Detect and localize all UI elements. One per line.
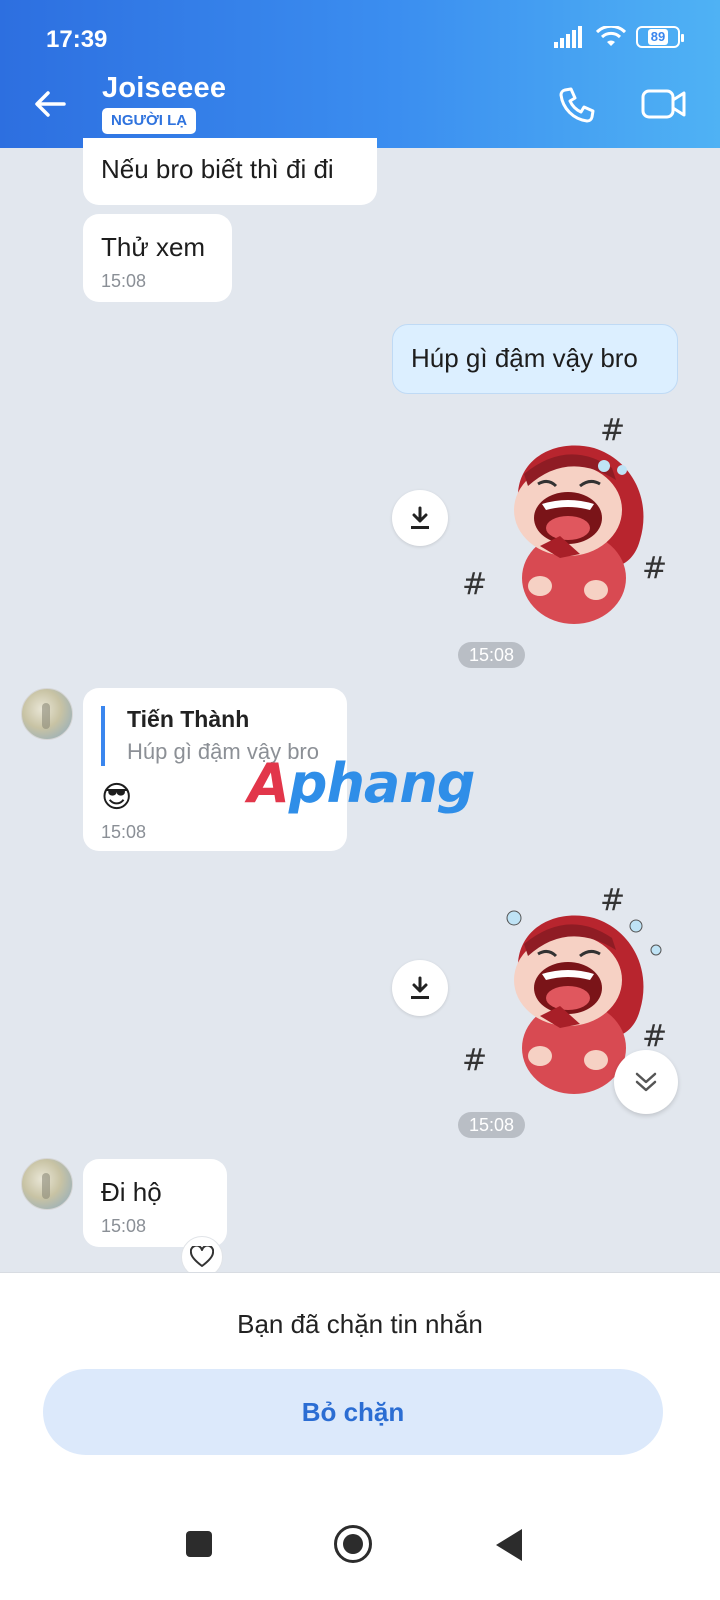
message-bubble[interactable]: Nếu bro biết thì đi đi (83, 138, 377, 205)
stranger-badge: NGƯỜI LẠ (102, 108, 197, 134)
svg-text:#: # (462, 567, 487, 602)
contact-name[interactable]: Joiseeee (102, 72, 226, 105)
signal-icon (554, 26, 582, 48)
download-icon (411, 976, 429, 999)
back-arrow-icon[interactable] (30, 84, 70, 124)
svg-text:#: # (462, 1043, 487, 1078)
download-button[interactable] (392, 490, 448, 546)
emoji: 😎 (101, 781, 133, 814)
message-text: Húp gì đậm vậy bro (411, 343, 638, 373)
avatar[interactable] (21, 688, 73, 740)
svg-text:#: # (642, 1019, 667, 1054)
message-text: Thử xem (101, 232, 206, 262)
blocked-notice: Bạn đã chặn tin nhắn (237, 1309, 483, 1339)
sticker-time: 15:08 (458, 642, 526, 668)
battery-level: 89 (647, 29, 669, 45)
svg-text:#: # (600, 413, 625, 448)
download-button[interactable] (392, 960, 448, 1016)
watermark-part2: phang (288, 752, 476, 815)
video-call-icon[interactable] (640, 84, 688, 124)
unblock-button[interactable]: Bỏ chặn (43, 1369, 663, 1455)
message-time: 15:08 (101, 1216, 147, 1236)
scroll-to-bottom-button[interactable] (614, 1050, 678, 1114)
app-header: 17:39 89 Joiseeee NGƯỜI LẠ (0, 0, 720, 148)
home-icon[interactable] (334, 1525, 372, 1563)
status-time: 17:39 (46, 26, 108, 53)
heart-icon (190, 1246, 214, 1267)
status-icons: 89 (554, 26, 684, 48)
message-bubble[interactable]: Thử xem 15:08 (83, 214, 232, 302)
nav-back-icon[interactable] (496, 1529, 522, 1561)
message-bubble[interactable]: Đi hộ 15:08 (83, 1159, 227, 1247)
svg-text:#: # (600, 883, 625, 918)
message-text: Nếu bro biết thì đi đi (101, 154, 334, 184)
system-nav-bar (0, 1491, 720, 1600)
phone-icon[interactable] (556, 84, 598, 126)
avatar[interactable] (21, 1158, 73, 1210)
blocked-panel: Bạn đã chặn tin nhắn Bỏ chặn (0, 1272, 720, 1600)
my-message-bubble[interactable]: Húp gì đậm vậy bro (392, 324, 678, 394)
svg-text:#: # (642, 551, 667, 586)
message-text: Đi hộ (101, 1177, 162, 1207)
laughing-girl-sticker[interactable]: # # # (456, 408, 676, 638)
watermark: Aphang (248, 752, 476, 815)
battery-icon: 89 (636, 26, 684, 48)
quoted-author: Tiến Thành (127, 706, 250, 732)
wifi-icon (596, 26, 626, 46)
message-time: 15:08 (101, 271, 147, 291)
recent-apps-icon[interactable] (186, 1531, 212, 1557)
watermark-part1: A (248, 752, 290, 815)
download-icon (411, 506, 429, 529)
message-time: 15:08 (101, 822, 147, 842)
double-chevron-down-icon (635, 1072, 657, 1092)
sticker-time: 15:08 (458, 1112, 526, 1138)
